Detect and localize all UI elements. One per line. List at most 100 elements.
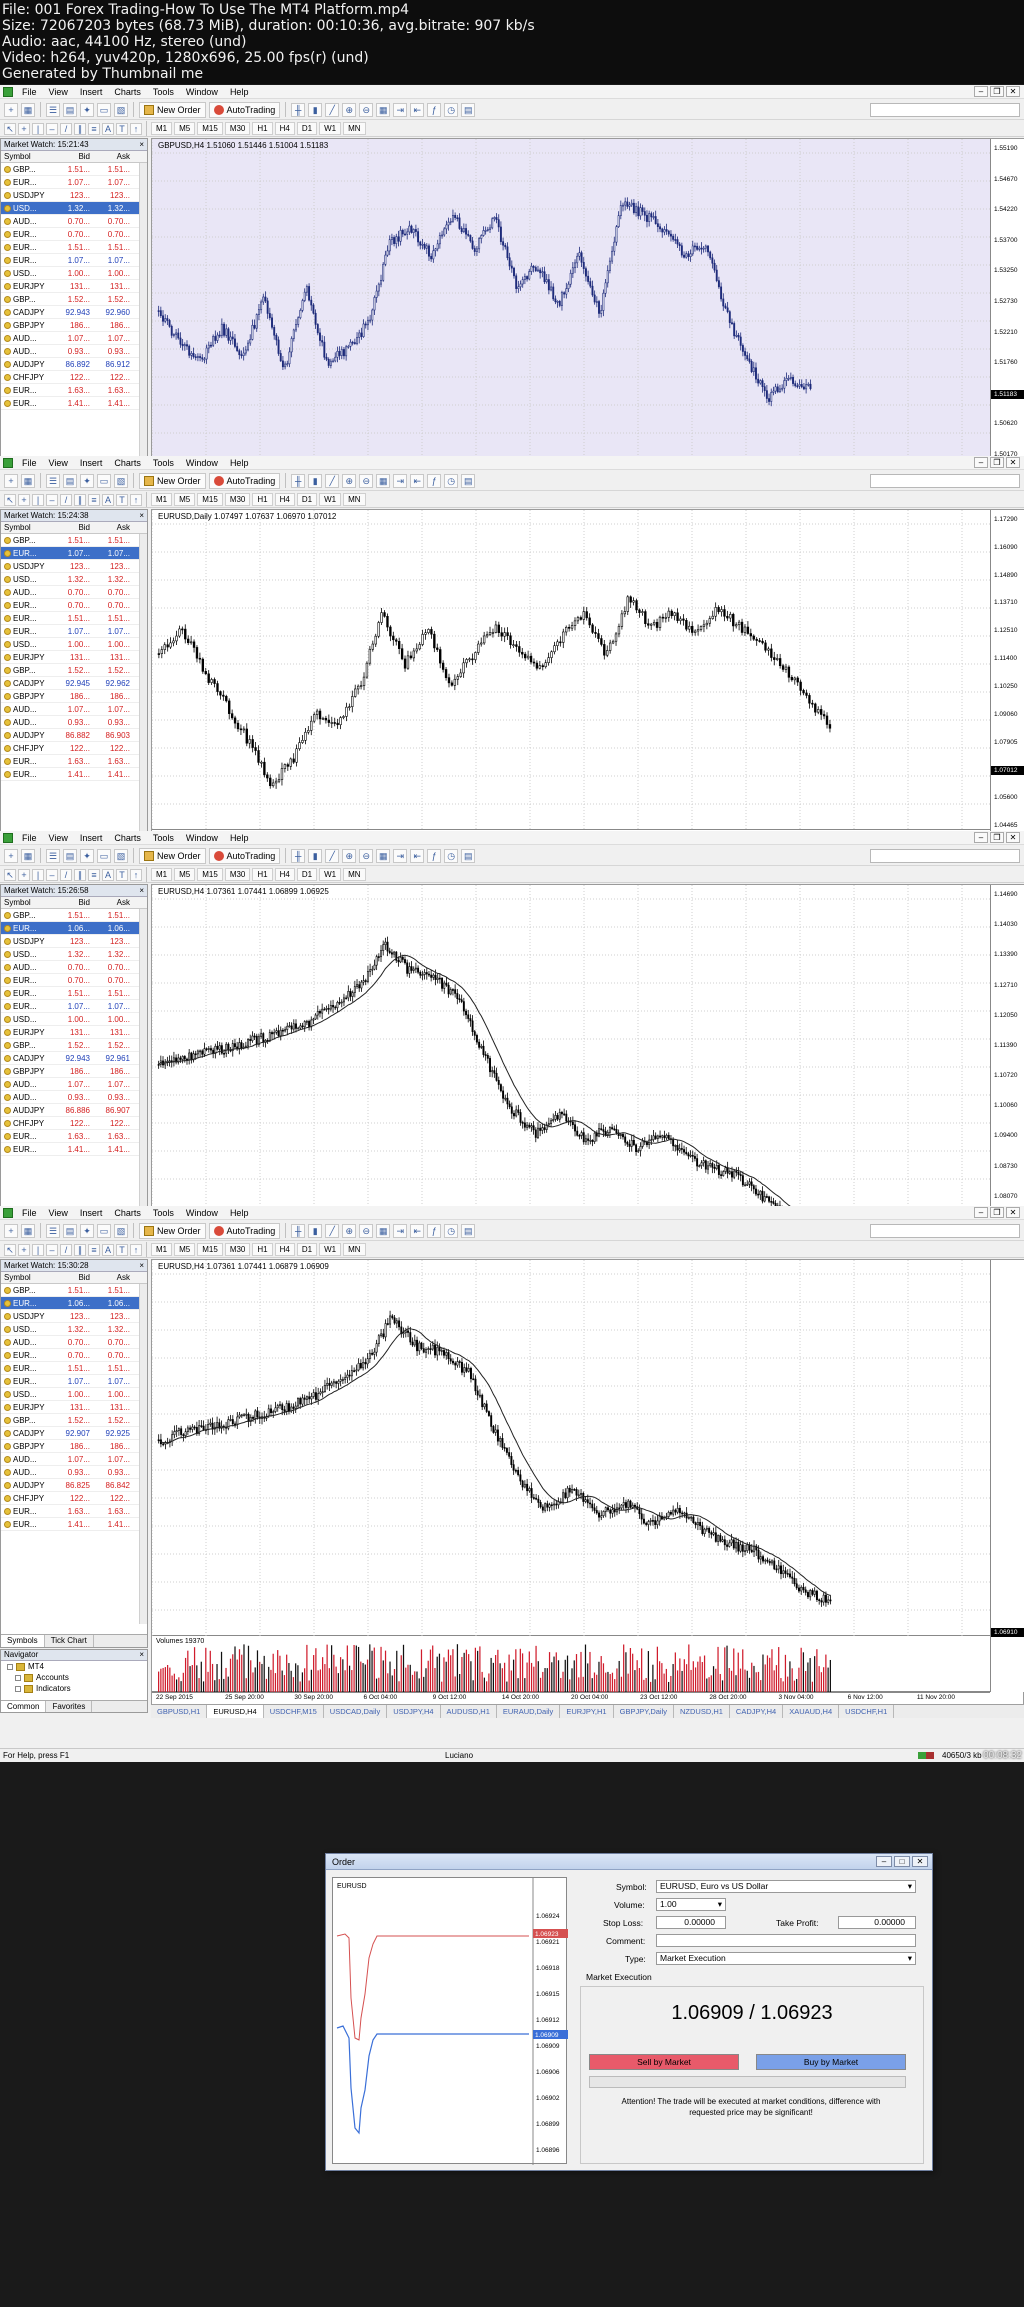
timeframe-h4[interactable]: H4: [274, 868, 295, 881]
market-watch-row[interactable]: GBP... 1.51... 1.51...: [1, 534, 147, 547]
label-icon[interactable]: T: [116, 868, 128, 881]
chart-tab[interactable]: CADJPY,H4: [730, 1705, 784, 1718]
text-icon[interactable]: A: [102, 868, 114, 881]
search-input[interactable]: [870, 1224, 1020, 1238]
menu-item-charts[interactable]: Charts: [108, 1208, 147, 1218]
market-watch-row[interactable]: AUD... 0.70... 0.70...: [1, 215, 147, 228]
indicators-icon[interactable]: ƒ: [427, 473, 442, 488]
column-ask[interactable]: Ask: [93, 1272, 133, 1283]
market-watch-row[interactable]: GBP... 1.52... 1.52...: [1, 1414, 147, 1427]
arrows-icon[interactable]: ↑: [130, 122, 142, 135]
timeframe-m5[interactable]: M5: [174, 1243, 196, 1256]
zoom-in-icon[interactable]: ⊕: [342, 473, 357, 488]
market-watch-row[interactable]: GBP... 1.51... 1.51...: [1, 909, 147, 922]
candlestick-icon[interactable]: ▮: [308, 473, 323, 488]
market-watch-row[interactable]: AUD... 1.07... 1.07...: [1, 1078, 147, 1091]
navigator-icon[interactable]: ✦: [80, 848, 94, 863]
timeframe-d1[interactable]: D1: [296, 493, 318, 506]
timeframe-m5[interactable]: M5: [174, 868, 196, 881]
cursor-icon[interactable]: ↖: [4, 122, 16, 135]
bar-chart-icon[interactable]: ╫: [291, 848, 306, 863]
sell-by-market-button[interactable]: Sell by Market: [589, 2054, 739, 2070]
market-watch-row[interactable]: USD... 1.00... 1.00...: [1, 1388, 147, 1401]
timeframe-h1[interactable]: H1: [252, 1243, 273, 1256]
market-watch-row[interactable]: AUD... 0.70... 0.70...: [1, 961, 147, 974]
terminal-icon[interactable]: ▭: [97, 1223, 111, 1238]
column-symbol[interactable]: Symbol: [1, 151, 53, 162]
periods-icon[interactable]: ◷: [444, 848, 459, 863]
data-window-icon[interactable]: ▤: [63, 473, 77, 488]
market-watch-row[interactable]: EURJPY 131... 131...: [1, 1026, 147, 1039]
menu-item-file[interactable]: File: [16, 458, 43, 468]
arrows-icon[interactable]: ↑: [130, 493, 142, 506]
zoom-in-icon[interactable]: ⊕: [342, 848, 357, 863]
indicators-icon[interactable]: ƒ: [427, 1223, 442, 1238]
menu-item-file[interactable]: File: [16, 833, 43, 843]
market-watch-row[interactable]: EUR... 1.51... 1.51...: [1, 612, 147, 625]
timeframe-m30[interactable]: M30: [224, 493, 251, 506]
market-watch-row[interactable]: EUR... 1.41... 1.41...: [1, 1518, 147, 1531]
market-watch-row[interactable]: USD... 1.32... 1.32...: [1, 573, 147, 586]
timeframe-d1[interactable]: D1: [296, 868, 318, 881]
horizontal-line-icon[interactable]: –: [46, 1243, 58, 1256]
market-watch-row[interactable]: USD... 1.00... 1.00...: [1, 267, 147, 280]
market-watch-row[interactable]: GBPJPY 186... 186...: [1, 319, 147, 332]
label-icon[interactable]: T: [116, 1243, 128, 1256]
market-watch-row[interactable]: CHFJPY 122... 122...: [1, 1492, 147, 1505]
zoom-in-icon[interactable]: ⊕: [342, 1223, 357, 1238]
tester-icon[interactable]: ▧: [114, 473, 128, 488]
vertical-line-icon[interactable]: |: [32, 122, 44, 135]
market-watch-row[interactable]: AUD... 0.70... 0.70...: [1, 586, 147, 599]
symbol-select[interactable]: EURUSD, Euro vs US Dollar ▾: [656, 1880, 916, 1893]
line-chart-icon[interactable]: ╱: [325, 848, 340, 863]
templates-icon[interactable]: ▤: [461, 102, 476, 117]
new-chart-icon[interactable]: +: [4, 473, 18, 488]
cursor-icon[interactable]: ↖: [4, 493, 16, 506]
close-icon[interactable]: ×: [139, 1650, 144, 1660]
market-watch-row[interactable]: AUD... 0.93... 0.93...: [1, 1091, 147, 1104]
market-watch-icon[interactable]: ☰: [46, 473, 60, 488]
minimize-icon[interactable]: –: [974, 832, 988, 843]
navigator-icon[interactable]: ✦: [80, 473, 94, 488]
timeframe-h4[interactable]: H4: [274, 122, 295, 135]
menu-item-charts[interactable]: Charts: [108, 87, 147, 97]
timeframe-m1[interactable]: M1: [151, 122, 173, 135]
terminal-icon[interactable]: ▭: [97, 102, 111, 117]
close-icon[interactable]: ✕: [1006, 1207, 1020, 1218]
timeframe-m1[interactable]: M1: [151, 868, 173, 881]
line-studies-toolbar[interactable]: ↖ + | – / ∥ ≡ A T ↑ M1 M5 M15 M30 H1 H4 D1 W1 MN: [0, 1242, 1024, 1258]
market-watch-row[interactable]: GBP... 1.51... 1.51...: [1, 163, 147, 176]
column-bid[interactable]: Bid: [53, 522, 93, 533]
tab-favorites[interactable]: Favorites: [46, 1701, 93, 1712]
bar-chart-icon[interactable]: ╫: [291, 102, 306, 117]
menu-item-view[interactable]: View: [43, 1208, 74, 1218]
fibonacci-icon[interactable]: ≡: [88, 122, 100, 135]
type-select[interactable]: Market Execution ▾: [656, 1952, 916, 1965]
menu-item-view[interactable]: View: [43, 87, 74, 97]
timeframe-m5[interactable]: M5: [174, 122, 196, 135]
market-watch-row[interactable]: EUR... 1.07... 1.07...: [1, 547, 147, 560]
vertical-line-icon[interactable]: |: [32, 1243, 44, 1256]
search-input[interactable]: [870, 474, 1020, 488]
volume-field[interactable]: 1.00 ▾: [656, 1898, 726, 1911]
chart-tab[interactable]: GBPUSD,H1: [151, 1705, 208, 1718]
timeframe-m1[interactable]: M1: [151, 493, 173, 506]
minimize-icon[interactable]: –: [974, 86, 988, 97]
tester-icon[interactable]: ▧: [114, 1223, 128, 1238]
menu-item-window[interactable]: Window: [180, 87, 224, 97]
market-watch-row[interactable]: EUR... 1.07... 1.07...: [1, 176, 147, 189]
close-icon[interactable]: ×: [139, 510, 144, 521]
market-watch-row[interactable]: EURJPY 131... 131...: [1, 1401, 147, 1414]
navigator-item-indicators[interactable]: Indicators: [1, 1683, 147, 1694]
periods-icon[interactable]: ◷: [444, 473, 459, 488]
market-watch-row[interactable]: EUR... 1.51... 1.51...: [1, 1362, 147, 1375]
tile-icon[interactable]: ▦: [376, 102, 391, 117]
fibonacci-icon[interactable]: ≡: [88, 493, 100, 506]
autotrading-button[interactable]: AutoTrading: [208, 1222, 281, 1239]
market-watch-row[interactable]: EUR... 1.51... 1.51...: [1, 241, 147, 254]
label-icon[interactable]: T: [116, 493, 128, 506]
chart-tab[interactable]: USDCHF,H1: [839, 1705, 895, 1718]
column-symbol[interactable]: Symbol: [1, 1272, 53, 1283]
terminal-icon[interactable]: ▭: [97, 473, 111, 488]
market-watch-row[interactable]: USD... 1.32... 1.32...: [1, 1323, 147, 1336]
